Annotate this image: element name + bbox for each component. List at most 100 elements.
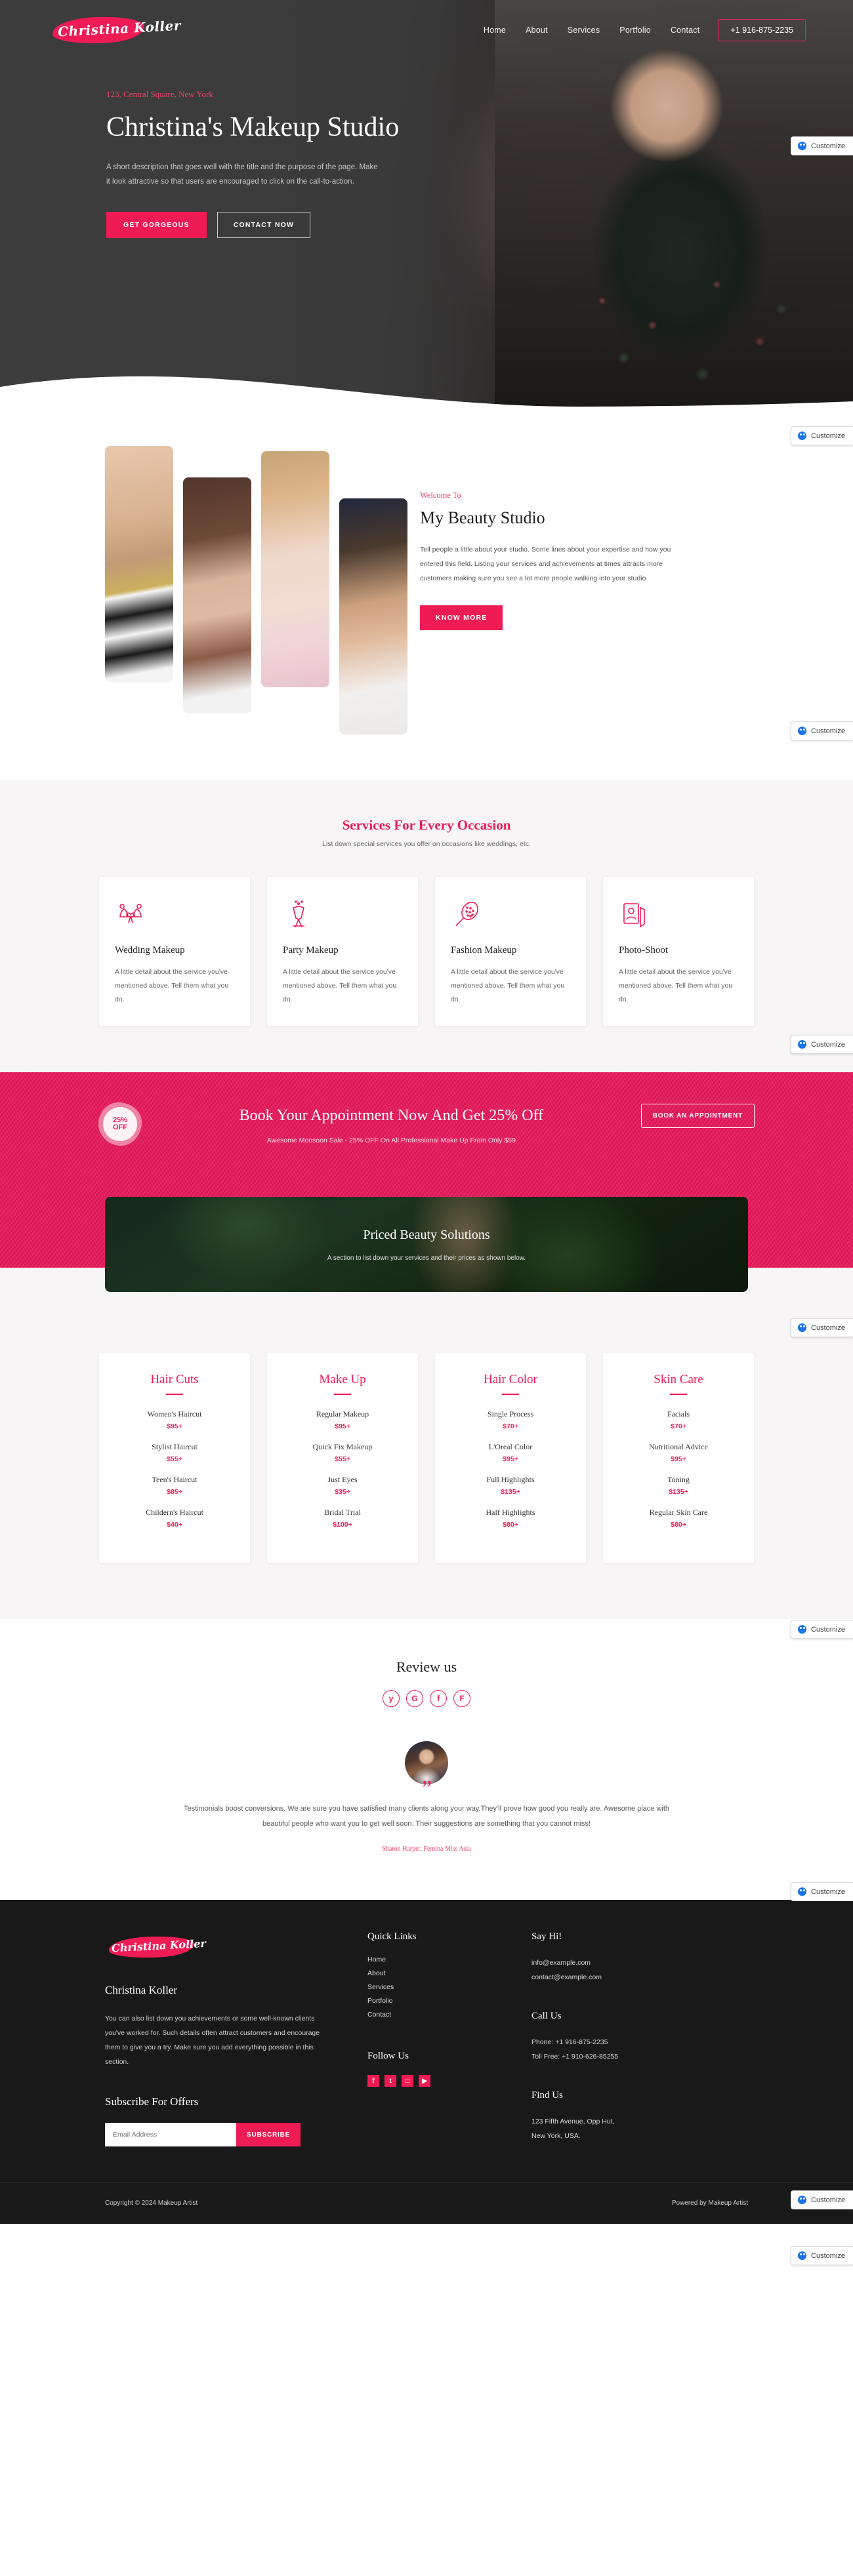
logo-text: Christina Koller: [57, 17, 182, 40]
price-value: $95+: [335, 1422, 350, 1430]
price-name: Just Eyes: [327, 1475, 358, 1484]
footer-link-services[interactable]: Services: [367, 1983, 531, 1991]
service-card-fashion-makeup[interactable]: Fashion Makeup A little detail about the…: [435, 877, 586, 1026]
phone-1: Phone: +1 916-875-2235: [531, 2038, 608, 2047]
nav-item-about[interactable]: About: [526, 26, 548, 35]
yelp-icon[interactable]: y: [383, 1690, 400, 1707]
palette-icon: [798, 1625, 807, 1634]
pricing-card-title: Hair Cuts: [150, 1373, 199, 1386]
footer-name: Christina Koller: [105, 1984, 178, 1997]
nav-item-home[interactable]: Home: [484, 26, 506, 35]
email-2[interactable]: contact@example.com: [531, 1970, 728, 1984]
testimonial-author: Sharon Harper, Femina Miss Asia: [382, 1845, 471, 1853]
customize-button-6[interactable]: Customize: [791, 1620, 853, 1639]
twitter-icon[interactable]: t: [385, 2075, 396, 2087]
price-name: Full Highlights: [486, 1475, 535, 1484]
instagram-icon[interactable]: □: [402, 2075, 413, 2087]
booking-banner: 25% OFF Book Your Appointment Now And Ge…: [0, 1072, 853, 1292]
customize-button-3[interactable]: Customize: [791, 721, 853, 740]
price-name: Regular Skin Care: [649, 1508, 708, 1517]
service-card-wedding-makeup[interactable]: Wedding Makeup A little detail about the…: [99, 877, 250, 1026]
hero-wave-divider: [0, 376, 853, 407]
google-icon[interactable]: G: [406, 1690, 423, 1707]
service-card-photo-shoot[interactable]: Photo-Shoot A little detail about the se…: [603, 877, 754, 1026]
palette-icon: [798, 1323, 807, 1332]
hero-section: Christina Koller Home About Services Por…: [0, 0, 853, 407]
footer-link-home[interactable]: Home: [367, 1956, 531, 1963]
footer-link-contact[interactable]: Contact: [367, 2011, 531, 2019]
pricing-card-hair-cuts: Hair Cuts Women's Haircut $95+ Stylist H…: [99, 1353, 250, 1563]
customize-label: Customize: [811, 2251, 845, 2260]
customize-button-1[interactable]: Customize: [791, 136, 853, 155]
customize-button-5[interactable]: Customize: [791, 1318, 853, 1337]
palette-icon: [798, 1887, 807, 1896]
palette-icon: [798, 1040, 807, 1049]
header-phone-button[interactable]: +1 916-875-2235: [718, 19, 806, 41]
call-us-heading: Call Us: [531, 2011, 562, 2022]
subscribe-heading: Subscribe For Offers: [105, 2095, 199, 2108]
get-gorgeous-button[interactable]: GET GORGEOUS: [106, 211, 207, 238]
services-subtitle: List down special services you offer on …: [322, 840, 531, 848]
divider: [502, 1394, 519, 1395]
price-row: L'Oreal Color $95+: [448, 1442, 573, 1463]
customize-button-8[interactable]: Customize: [791, 2190, 853, 2209]
nav-item-contact[interactable]: Contact: [671, 26, 699, 35]
address-line-1: 123 Fifth Avenue, Opp Hut,: [531, 2118, 615, 2126]
footer-columns: Christina Koller Christina Koller You ca…: [0, 1931, 853, 2147]
site-footer: Christina Koller Christina Koller You ca…: [0, 1900, 853, 2224]
review-socials: y G f F: [0, 1690, 853, 1707]
price-row: Teen's Haircut $85+: [112, 1475, 237, 1496]
about-gallery: [0, 446, 420, 735]
follow-us-heading: Follow Us: [367, 2051, 409, 2062]
email-input[interactable]: [105, 2123, 236, 2147]
footer-link-about[interactable]: About: [367, 1969, 531, 1977]
price-value: $95+: [167, 1422, 182, 1430]
footer-link-portfolio[interactable]: Portfolio: [367, 1997, 531, 2005]
service-card-party-makeup[interactable]: Party Makeup A little detail about the s…: [267, 877, 418, 1026]
customize-label: Customize: [811, 1625, 845, 1634]
customize-button-4[interactable]: Customize: [791, 1035, 853, 1054]
hero-content: 123, Central Square, New York Christina'…: [0, 49, 407, 238]
price-row: Single Process $70+: [448, 1409, 573, 1430]
booking-text: Book Your Appointment Now And Get 25% Of…: [156, 1107, 627, 1144]
price-row: Quick Fix Makeup $55+: [280, 1442, 405, 1463]
customize-label: Customize: [811, 142, 845, 150]
price-name: Bridal Trial: [324, 1508, 361, 1517]
copyright-text: Copyright © 2024 Makeup Artist: [105, 2200, 198, 2207]
subscribe-form: SUBSCRIBE: [105, 2123, 328, 2147]
know-more-button[interactable]: KNOW MORE: [420, 605, 503, 631]
site-logo[interactable]: Christina Koller: [47, 12, 182, 49]
customize-button-7[interactable]: Customize: [791, 1882, 853, 1901]
footer-socials: f t □ ▶: [367, 2075, 531, 2087]
facebook-icon[interactable]: f: [430, 1690, 447, 1707]
priced-solutions-heading: Priced Beauty Solutions: [363, 1227, 490, 1242]
email-1[interactable]: info@example.com: [531, 1956, 728, 1970]
foursquare-icon[interactable]: F: [453, 1690, 470, 1707]
service-name: Fashion Makeup: [451, 945, 517, 956]
price-row: Regular Makeup $95+: [280, 1409, 405, 1430]
customize-button-9[interactable]: Customize: [791, 2246, 853, 2265]
pricing-cards: Hair Cuts Women's Haircut $95+ Stylist H…: [0, 1353, 853, 1563]
customize-label: Customize: [811, 727, 845, 735]
customize-button-2[interactable]: Customize: [791, 426, 853, 445]
footer-col-about: Christina Koller Christina Koller You ca…: [105, 1931, 367, 2147]
service-desc: A little detail about the service you've…: [283, 968, 397, 1003]
facebook-icon[interactable]: f: [367, 2075, 379, 2087]
quick-links-heading: Quick Links: [367, 1931, 417, 1942]
nav-item-services[interactable]: Services: [568, 26, 600, 35]
price-value: $95+: [503, 1455, 518, 1463]
hero-title: Christina's Makeup Studio: [106, 112, 400, 142]
price-value: $70+: [503, 1422, 518, 1430]
footer-logo[interactable]: Christina Koller: [105, 1931, 206, 1962]
price-name: Regular Makeup: [316, 1409, 369, 1419]
subscribe-button[interactable]: SUBSCRIBE: [236, 2123, 301, 2147]
find-us-heading: Find Us: [531, 2090, 563, 2101]
price-name: Quick Fix Makeup: [312, 1442, 373, 1451]
book-appointment-button[interactable]: BOOK AN APPOINTMENT: [640, 1104, 755, 1128]
price-value: $40+: [167, 1521, 182, 1529]
nav-item-portfolio[interactable]: Portfolio: [619, 26, 651, 35]
customize-label: Customize: [811, 1323, 845, 1332]
about-heading: My Beauty Studio: [420, 508, 545, 527]
youtube-icon[interactable]: ▶: [419, 2075, 430, 2087]
contact-now-button[interactable]: CONTACT NOW: [217, 211, 311, 238]
